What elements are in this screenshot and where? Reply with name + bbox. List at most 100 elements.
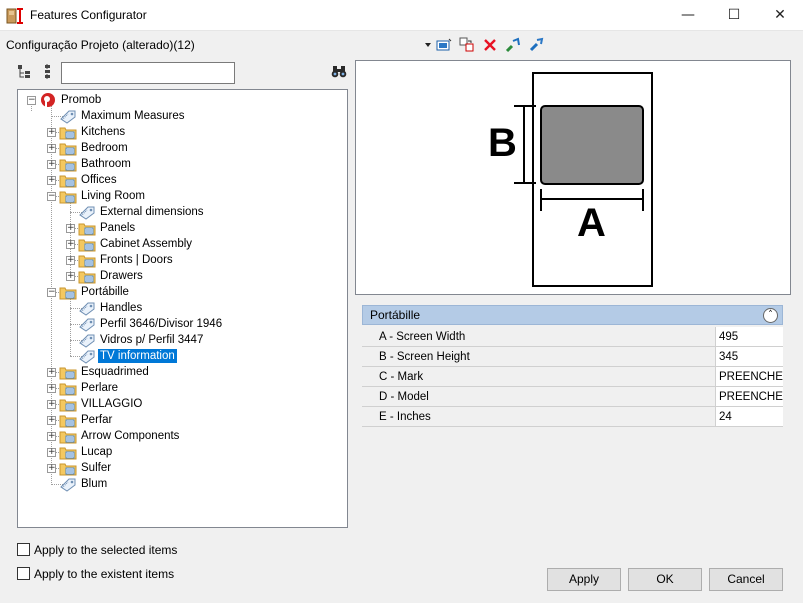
expand-toggle[interactable]: + [66, 272, 75, 281]
collapse-toggle[interactable]: − [47, 192, 56, 201]
folder-icon [59, 141, 77, 156]
expand-toggle[interactable]: + [66, 240, 75, 249]
maximize-button[interactable]: ☐ [711, 0, 757, 31]
collapse-toggle[interactable]: − [27, 96, 36, 105]
tree-node[interactable]: TV information [78, 348, 177, 364]
property-name: C - Mark [379, 371, 424, 383]
property-value-field[interactable]: 495 [715, 327, 783, 346]
screen-dimensions-diagram [514, 72, 653, 287]
property-value-field[interactable]: PREENCHER [715, 367, 783, 386]
expand-toggle[interactable]: + [47, 368, 56, 377]
expand-toggle[interactable]: + [47, 448, 56, 457]
tree-node[interactable]: Promob [39, 92, 103, 108]
folder-icon [59, 445, 77, 460]
tree-node-label: Fronts | Doors [100, 254, 173, 266]
tree-node[interactable]: VILLAGGIO [59, 396, 144, 412]
app-icon [6, 8, 23, 24]
folder-icon [59, 285, 77, 300]
tree-node[interactable]: Maximum Measures [59, 108, 187, 124]
folder-icon [59, 397, 77, 412]
tree-node[interactable]: Perlare [59, 380, 120, 396]
property-value-field[interactable]: 345 [715, 347, 783, 366]
tree-node-label: External dimensions [100, 206, 204, 218]
property-value-field[interactable]: 24 [715, 407, 783, 426]
tree-node[interactable]: Blum [59, 476, 109, 492]
tree-node[interactable]: Living Room [59, 188, 147, 204]
cancel-button[interactable]: Cancel [709, 568, 783, 591]
collapse-toggle[interactable]: − [47, 288, 56, 297]
expand-toggle[interactable]: + [66, 224, 75, 233]
property-group-header[interactable]: Portábille ˄ [362, 305, 783, 325]
apply-existent-checkbox[interactable] [17, 567, 30, 580]
tree-node-label: Sulfer [81, 462, 112, 474]
tree-node[interactable]: Fronts | Doors [78, 252, 175, 268]
property-name: B - Screen Height [379, 351, 470, 363]
binoculars-search-icon[interactable] [329, 63, 349, 81]
tree-node[interactable]: Offices [59, 172, 119, 188]
apply-selected-checkbox[interactable] [17, 543, 30, 556]
folder-icon [59, 413, 77, 428]
expand-toggle[interactable]: + [47, 128, 56, 137]
tree-node[interactable]: Arrow Components [59, 428, 181, 444]
expand-toggle[interactable]: + [47, 176, 56, 185]
apply-button[interactable]: Apply [547, 568, 621, 591]
tree-node[interactable]: Lucap [59, 444, 114, 460]
property-grid[interactable]: Portábille ˄ A - Screen Width 495 B - Scre… [362, 305, 783, 430]
tree-node[interactable]: Portábille [59, 284, 131, 300]
folder-icon [59, 381, 77, 396]
tree-node[interactable]: Bathroom [59, 156, 133, 172]
tree-node[interactable]: Sulfer [59, 460, 113, 476]
tree-node-label: Bathroom [81, 158, 131, 170]
tree-node-label: Living Room [81, 190, 145, 202]
tag-icon [59, 477, 77, 492]
property-row[interactable]: C - Mark PREENCHER [362, 367, 783, 387]
tree-node[interactable]: Bedroom [59, 140, 130, 156]
tree-node[interactable]: Vidros p/ Perfil 3447 [78, 332, 205, 348]
configure-icon[interactable] [434, 36, 454, 54]
tree-node-label: Vidros p/ Perfil 3447 [100, 334, 204, 346]
property-value-field[interactable]: PREENCHER [715, 387, 783, 406]
feature-tree[interactable]: − Promob Maximum Measures + Kitchens + Bedroom… [17, 89, 348, 528]
tree-node[interactable]: Drawers [78, 268, 145, 284]
minimize-button[interactable]: — [665, 0, 711, 31]
tree-node[interactable]: Cabinet Assembly [78, 236, 194, 252]
close-button[interactable]: ✕ [757, 0, 803, 31]
expand-tree-icon[interactable] [15, 63, 35, 81]
tree-node[interactable]: Handles [78, 300, 144, 316]
property-row[interactable]: B - Screen Height 345 [362, 347, 783, 367]
expand-toggle[interactable]: + [47, 384, 56, 393]
tree-node-label: TV information [98, 349, 177, 363]
property-row[interactable]: E - Inches 24 [362, 407, 783, 427]
window-title: Features Configurator [30, 8, 147, 22]
expand-toggle[interactable]: + [66, 256, 75, 265]
expand-toggle[interactable]: + [47, 400, 56, 409]
tree-node[interactable]: Panels [78, 220, 137, 236]
configuration-label: Configuração Projeto (alterado)(12) [6, 38, 195, 52]
property-row[interactable]: D - Model PREENCHER [362, 387, 783, 407]
expand-toggle[interactable]: + [47, 464, 56, 473]
expand-toggle[interactable]: + [47, 416, 56, 425]
expand-toggle[interactable]: + [47, 432, 56, 441]
tree-node-label: Cabinet Assembly [100, 238, 193, 250]
import-icon[interactable] [503, 36, 523, 54]
preview-panel: A B [355, 60, 791, 295]
expand-toggle[interactable]: + [47, 160, 56, 169]
search-input[interactable] [61, 62, 235, 84]
tree-node[interactable]: Perfil 3646/Divisor 1946 [78, 316, 224, 332]
tree-node[interactable]: Esquadrimed [59, 364, 151, 380]
tree-node[interactable]: Kitchens [59, 124, 127, 140]
collapse-tree-icon[interactable] [38, 63, 58, 81]
tree-node-label: Portábille [81, 286, 129, 298]
tree-node[interactable]: External dimensions [78, 204, 206, 220]
property-group-title: Portábille [370, 308, 421, 322]
copy-feature-icon[interactable] [457, 36, 477, 54]
export-icon[interactable] [526, 36, 546, 54]
promob-logo-icon [39, 92, 57, 108]
collapse-group-icon[interactable]: ˄ [763, 308, 778, 323]
property-row[interactable]: A - Screen Width 495 [362, 327, 783, 347]
expand-toggle[interactable]: + [47, 144, 56, 153]
ok-button[interactable]: OK [628, 568, 702, 591]
delete-icon[interactable] [480, 36, 500, 54]
tree-node[interactable]: Perfar [59, 412, 114, 428]
folder-icon [78, 253, 96, 268]
